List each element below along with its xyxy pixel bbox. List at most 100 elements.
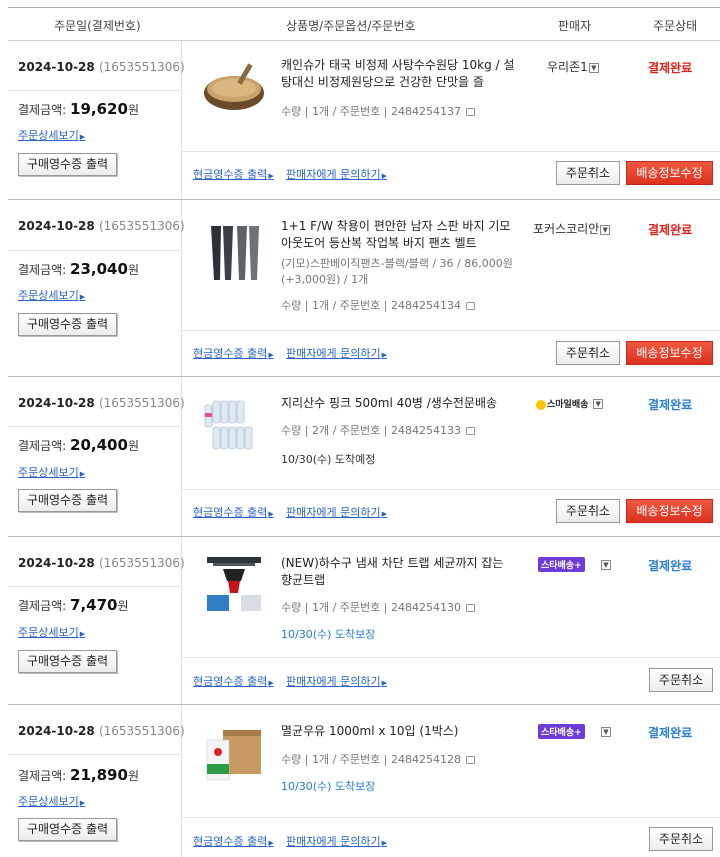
chevron-down-icon[interactable]: ▼ bbox=[588, 63, 599, 73]
delivery-eta: 10/30(수) 도착보장 bbox=[281, 628, 376, 641]
print-receipt-button[interactable]: 구매영수증 출력 bbox=[18, 153, 117, 176]
cancel-order-button[interactable]: 주문취소 bbox=[556, 499, 620, 523]
payment-number: (1653551306) bbox=[98, 396, 185, 410]
seller-name[interactable]: 스마일배송 ▼ bbox=[536, 396, 604, 410]
chevron-down-icon[interactable]: ▼ bbox=[600, 560, 611, 570]
payment-amount: 결제금액: 20,400원 bbox=[18, 436, 139, 454]
order-detail-link[interactable]: 주문상세보기▶ bbox=[18, 287, 85, 303]
order-detail-link[interactable]: 주문상세보기▶ bbox=[18, 793, 85, 809]
order-row: 2024-10-28 (1653551306) 결제금액: 20,400원 주문… bbox=[8, 377, 720, 537]
cash-receipt-link[interactable]: 현금영수증 출력▶ bbox=[193, 833, 274, 849]
product-name[interactable]: 캐인슈가 태국 비정제 사탕수수원당 10kg / 설탕대신 비정제원당으로 건… bbox=[281, 57, 518, 91]
order-detail-link[interactable]: 주문상세보기▶ bbox=[18, 127, 85, 143]
payment-number: (1653551306) bbox=[98, 556, 185, 570]
quantity-order-no: 수량 | 1개 / 주문번호 | 2484254130 bbox=[281, 599, 475, 615]
order-detail-link[interactable]: 주문상세보기▶ bbox=[18, 624, 85, 640]
product-image[interactable] bbox=[201, 551, 267, 617]
quantity-order-no: 수량 | 1개 / 주문번호 | 2484254134 bbox=[281, 297, 475, 313]
order-status: 결제완료 bbox=[648, 61, 693, 75]
order-summary: 2024-10-28 (1653551306) 결제금액: 20,400원 주문… bbox=[8, 377, 185, 536]
edit-shipping-button[interactable]: 배송정보수정 bbox=[626, 341, 713, 365]
cancel-order-button[interactable]: 주문취소 bbox=[649, 827, 713, 851]
order-row: 2024-10-28 (1653551306) 결제금액: 21,890원 주문… bbox=[8, 705, 720, 857]
ask-seller-link[interactable]: 판매자에게 문의하기▶ bbox=[286, 673, 387, 689]
chevron-down-icon[interactable]: ▼ bbox=[600, 225, 611, 235]
col-header-status: 주문상태 bbox=[653, 19, 698, 33]
chevron-down-icon[interactable]: ▼ bbox=[600, 727, 611, 737]
star-delivery-badge: 스타배송+ bbox=[538, 724, 585, 739]
cash-receipt-link[interactable]: 현금영수증 출력▶ bbox=[193, 504, 274, 520]
edit-shipping-button[interactable]: 배송정보수정 bbox=[626, 161, 713, 185]
product-name[interactable]: 1+1 F/W 착용이 편안한 남자 스판 바지 기모 아웃도어 등산복 작업복… bbox=[281, 218, 518, 252]
col-header-date: 주문일(결제번호) bbox=[54, 19, 141, 33]
col-header-seller: 판매자 bbox=[558, 19, 592, 33]
copy-icon[interactable] bbox=[465, 302, 475, 310]
product-image[interactable] bbox=[201, 393, 267, 459]
star-delivery-badge: 스타배송+ bbox=[538, 557, 585, 572]
print-receipt-button[interactable]: 구매영수증 출력 bbox=[18, 489, 117, 512]
seller-name[interactable]: 우리존1 ▼ bbox=[547, 58, 599, 75]
seller-name[interactable]: 스타배송+ ▼ bbox=[538, 557, 611, 572]
quantity-order-no: 수량 | 1개 / 주문번호 | 2484254137 bbox=[281, 103, 475, 119]
quantity-order-no: 수량 | 2개 / 주문번호 | 2484254133 bbox=[281, 422, 475, 438]
order-summary: 2024-10-28 (1653551306) 결제금액: 19,620원 주문… bbox=[8, 41, 185, 199]
copy-icon[interactable] bbox=[465, 108, 475, 116]
order-summary: 2024-10-28 (1653551306) 결제금액: 23,040원 주문… bbox=[8, 200, 185, 376]
product-name[interactable]: 멸균우유 1000ml x 10입 (1박스) bbox=[281, 723, 518, 740]
product-option: (기모)스판베이직팬츠-블랙/블랙 / 36 / 86,000원(+3,000원… bbox=[281, 257, 513, 286]
payment-amount: 결제금액: 23,040원 bbox=[18, 260, 139, 278]
delivery-eta: 10/30(수) 도착예정 bbox=[281, 453, 376, 466]
payment-amount: 결제금액: 7,470원 bbox=[18, 596, 129, 614]
ask-seller-link[interactable]: 판매자에게 문의하기▶ bbox=[286, 345, 387, 361]
cancel-order-button[interactable]: 주문취소 bbox=[556, 341, 620, 365]
order-date: 2024-10-28 (1653551306) bbox=[18, 556, 185, 570]
copy-icon[interactable] bbox=[465, 427, 475, 435]
smile-icon bbox=[536, 399, 546, 410]
order-status: 결제완료 bbox=[648, 726, 693, 740]
copy-icon[interactable] bbox=[465, 756, 475, 764]
order-date: 2024-10-28 (1653551306) bbox=[18, 60, 185, 74]
copy-icon[interactable] bbox=[465, 604, 475, 612]
order-row: 2024-10-28 (1653551306) 결제금액: 23,040원 주문… bbox=[8, 200, 720, 377]
payment-amount: 결제금액: 19,620원 bbox=[18, 100, 139, 118]
ask-seller-link[interactable]: 판매자에게 문의하기▶ bbox=[286, 166, 387, 182]
delivery-eta: 10/30(수) 도착보장 bbox=[281, 780, 376, 793]
chevron-down-icon[interactable]: ▼ bbox=[593, 399, 604, 409]
quantity-order-no: 수량 | 1개 / 주문번호 | 2484254128 bbox=[281, 751, 475, 767]
cash-receipt-link[interactable]: 현금영수증 출력▶ bbox=[193, 345, 274, 361]
order-row: 2024-10-28 (1653551306) 결제금액: 19,620원 주문… bbox=[8, 41, 720, 200]
table-header: 주문일(결제번호) 상품명/주문옵션/주문번호 판매자 주문상태 bbox=[8, 7, 720, 41]
cancel-order-button[interactable]: 주문취소 bbox=[649, 668, 713, 692]
cash-receipt-link[interactable]: 현금영수증 출력▶ bbox=[193, 673, 274, 689]
product-image[interactable] bbox=[201, 724, 267, 790]
order-summary: 2024-10-28 (1653551306) 결제금액: 7,470원 주문상… bbox=[8, 537, 185, 704]
product-name[interactable]: (NEW)하수구 냄새 차단 트랩 세균까지 잡는 향균트랩 bbox=[281, 555, 518, 589]
order-status: 결제완료 bbox=[648, 398, 693, 412]
product-name[interactable]: 지리산수 핑크 500ml 40병 /생수전문배송 bbox=[281, 395, 518, 412]
col-header-product: 상품명/주문옵션/주문번호 bbox=[286, 19, 416, 33]
order-detail-link[interactable]: 주문상세보기▶ bbox=[18, 464, 85, 480]
product-image[interactable] bbox=[201, 220, 267, 286]
order-status: 결제완료 bbox=[648, 223, 693, 237]
payment-amount: 결제금액: 21,890원 bbox=[18, 766, 139, 784]
product-image[interactable] bbox=[201, 53, 267, 119]
order-date: 2024-10-28 (1653551306) bbox=[18, 396, 185, 410]
order-summary: 2024-10-28 (1653551306) 결제금액: 21,890원 주문… bbox=[8, 705, 185, 857]
payment-number: (1653551306) bbox=[98, 60, 185, 74]
ask-seller-link[interactable]: 판매자에게 문의하기▶ bbox=[286, 504, 387, 520]
edit-shipping-button[interactable]: 배송정보수정 bbox=[626, 499, 713, 523]
print-receipt-button[interactable]: 구매영수증 출력 bbox=[18, 818, 117, 841]
seller-name[interactable]: 포커스코리안 ▼ bbox=[533, 220, 611, 237]
cash-receipt-link[interactable]: 현금영수증 출력▶ bbox=[193, 166, 274, 182]
order-status: 결제완료 bbox=[648, 559, 693, 573]
payment-number: (1653551306) bbox=[98, 219, 185, 233]
cancel-order-button[interactable]: 주문취소 bbox=[556, 161, 620, 185]
order-date: 2024-10-28 (1653551306) bbox=[18, 219, 185, 233]
seller-name[interactable]: 스타배송+ ▼ bbox=[538, 724, 611, 739]
smile-delivery-badge: 스마일배송 bbox=[536, 397, 588, 410]
ask-seller-link[interactable]: 판매자에게 문의하기▶ bbox=[286, 833, 387, 849]
print-receipt-button[interactable]: 구매영수증 출력 bbox=[18, 650, 117, 673]
order-row: 2024-10-28 (1653551306) 결제금액: 7,470원 주문상… bbox=[8, 537, 720, 705]
print-receipt-button[interactable]: 구매영수증 출력 bbox=[18, 313, 117, 336]
order-date: 2024-10-28 (1653551306) bbox=[18, 724, 185, 738]
